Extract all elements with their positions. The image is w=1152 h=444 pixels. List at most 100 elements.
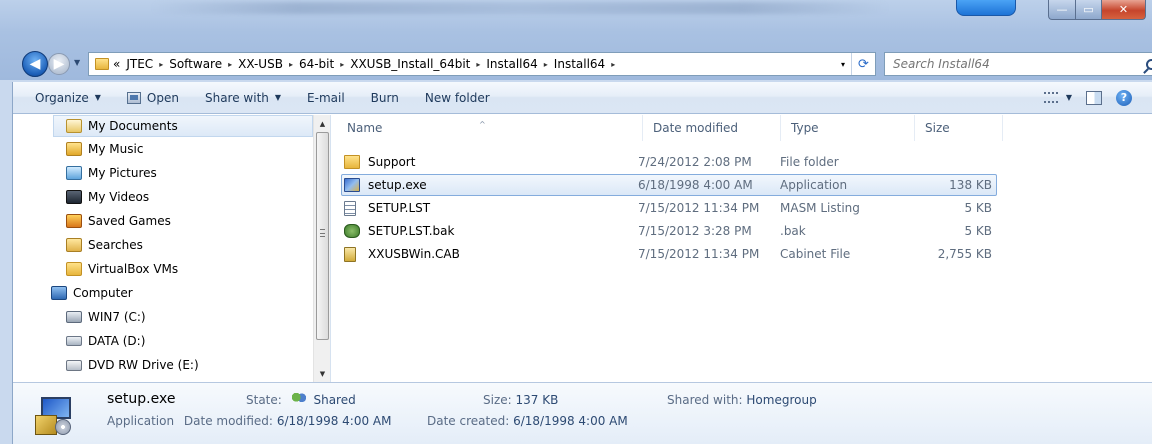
details-state-value: Shared (313, 393, 356, 407)
file-rows: Support 7/24/2012 2:08 PM File folder se… (341, 151, 997, 266)
chevron-down-icon: ▼ (274, 93, 282, 102)
column-header-name[interactable]: Name ^ (337, 115, 643, 141)
change-view-button[interactable]: ▼ (1043, 92, 1072, 103)
file-row-setup-lst[interactable]: SETUP.LST 7/15/2012 11:34 PM MASM Listin… (341, 197, 997, 219)
aero-peek-button[interactable] (956, 0, 1016, 16)
chevron-right-icon[interactable]: ▸ (544, 60, 548, 69)
details-date-created: Date created: 6/18/1998 4:00 AM (427, 414, 628, 428)
tree-item-label: My Music (88, 142, 144, 156)
file-row-setup-lst-bak[interactable]: SETUP.LST.bak 7/15/2012 3:28 PM .bak 5 K… (341, 220, 997, 242)
navigation-tree: My Documents My Music My Pictures My Vid… (13, 115, 313, 377)
file-row-support[interactable]: Support 7/24/2012 2:08 PM File folder (341, 151, 997, 173)
tree-item-my-documents[interactable]: My Documents (53, 115, 313, 137)
pictures-icon (66, 166, 82, 180)
refresh-icon[interactable]: ⟳ (851, 53, 875, 75)
column-header-type[interactable]: Type (781, 115, 915, 141)
breadcrumb-overflow[interactable]: « (113, 57, 120, 71)
scroll-up-button[interactable]: ▲ (314, 115, 331, 132)
scrollbar-thumb[interactable] (316, 132, 329, 340)
tree-item-virtualbox-vms[interactable]: VirtualBox VMs (13, 257, 313, 281)
breadcrumb-item-jtec[interactable]: JTEC (126, 57, 153, 71)
breadcrumb-item-64-bit[interactable]: 64-bit (299, 57, 334, 71)
close-button[interactable]: ✕ (1102, 0, 1146, 20)
tree-item-data-d[interactable]: DATA (D:) (13, 329, 313, 353)
column-header-size[interactable]: Size (915, 115, 1003, 141)
tree-item-searches[interactable]: Searches (13, 233, 313, 257)
tree-item-my-videos[interactable]: My Videos (13, 185, 313, 209)
tree-item-dvd-rw-drive-e[interactable]: DVD RW Drive (E:) (13, 353, 313, 377)
breadcrumb: « JTEC ▸ Software ▸ XX-USB ▸ 64-bit ▸ XX… (113, 57, 621, 71)
file-row-xxusbwin-cab[interactable]: XXUSBWin.CAB 7/15/2012 11:34 PM Cabinet … (341, 243, 997, 265)
search-box (884, 52, 1152, 76)
details-size: Size: 137 KB (483, 393, 558, 407)
scroll-down-button[interactable]: ▼ (314, 365, 331, 382)
tree-item-computer[interactable]: Computer (13, 281, 313, 305)
address-bar[interactable]: « JTEC ▸ Software ▸ XX-USB ▸ 64-bit ▸ XX… (88, 52, 876, 76)
email-button[interactable]: E-mail (307, 91, 345, 105)
chevron-right-icon[interactable]: ▸ (476, 60, 480, 69)
chevron-right-icon[interactable]: ▸ (159, 60, 163, 69)
chevron-down-icon: ▼ (94, 93, 101, 102)
tree-item-win7-c[interactable]: WIN7 (C:) (13, 305, 313, 329)
file-list: Name ^ Date modified Type Size Support 7… (331, 115, 1152, 382)
content-area: My Documents My Music My Pictures My Vid… (13, 115, 1152, 382)
tree-item-label: DVD RW Drive (E:) (88, 358, 199, 372)
installer-icon (35, 395, 77, 437)
tree-item-my-pictures[interactable]: My Pictures (13, 161, 313, 185)
folder-icon (66, 262, 82, 276)
folder-icon (95, 58, 109, 70)
breadcrumb-item-install64[interactable]: Install64 (486, 57, 537, 71)
preview-pane-icon[interactable] (1086, 90, 1102, 105)
breadcrumb-item-software[interactable]: Software (169, 57, 222, 71)
file-date: 7/15/2012 11:34 PM (638, 247, 760, 261)
breadcrumb-item-install64-current[interactable]: Install64 (554, 57, 605, 71)
breadcrumb-item-xx-usb[interactable]: XX-USB (238, 57, 283, 71)
search-icon[interactable] (1146, 58, 1152, 70)
installer-icon-box (35, 415, 57, 435)
saved-games-icon (66, 214, 82, 228)
tree-item-label: Computer (73, 286, 133, 300)
installer-icon (344, 178, 360, 192)
open-icon (126, 91, 141, 104)
column-headers: Name ^ Date modified Type Size (337, 115, 1003, 141)
details-file-name: setup.exe (107, 391, 176, 407)
details-shared-with: Shared with: Homegroup (667, 393, 817, 407)
file-type: Application (780, 178, 848, 192)
documents-icon (66, 119, 82, 133)
details-date-modified: 6/18/1998 4:00 AM (276, 414, 392, 428)
tree-item-my-music[interactable]: My Music (13, 137, 313, 161)
maximize-button[interactable]: ▭ (1076, 0, 1102, 20)
recent-pages-dropdown[interactable]: ▼ (74, 58, 80, 67)
search-input[interactable] (893, 57, 1133, 71)
views-icon (1043, 92, 1058, 103)
file-type: .bak (780, 224, 806, 238)
file-type: Cabinet File (780, 247, 851, 261)
burn-button[interactable]: Burn (371, 91, 399, 105)
file-name: setup.exe (368, 178, 427, 192)
details-shared-with-label: Shared with: (667, 393, 743, 407)
details-date-created-label: Date created: (427, 414, 510, 428)
minimize-button[interactable]: — (1048, 0, 1076, 20)
address-history-dropdown[interactable]: ▾ (835, 60, 851, 69)
back-button[interactable]: ◀ (22, 51, 48, 77)
explorer-window: Organize ▼ Open Share with ▼ E-mail Burn… (12, 82, 1152, 444)
navigation-pane-scrollbar[interactable]: ▲ ▼ (313, 115, 330, 382)
chevron-right-icon[interactable]: ▸ (289, 60, 293, 69)
tree-item-saved-games[interactable]: Saved Games (13, 209, 313, 233)
breadcrumb-item-xxusb-install-64bit[interactable]: XXUSB_Install_64bit (350, 57, 470, 71)
organize-button[interactable]: Organize ▼ (35, 91, 101, 105)
new-folder-button[interactable]: New folder (425, 91, 490, 105)
file-row-setup-exe[interactable]: setup.exe 6/18/1998 4:00 AM Application … (341, 174, 997, 196)
chevron-right-icon[interactable]: ▸ (228, 60, 232, 69)
details-date-modified-label: Date modified: (183, 414, 273, 428)
chevron-right-icon[interactable]: ▸ (340, 60, 344, 69)
help-icon[interactable]: ? (1116, 89, 1132, 106)
forward-button[interactable]: ▶ (48, 53, 70, 75)
file-name-cell: setup.exe (342, 178, 638, 192)
open-button[interactable]: Open (126, 91, 179, 105)
chevron-right-icon[interactable]: ▸ (611, 60, 615, 69)
share-with-button[interactable]: Share with ▼ (205, 91, 281, 105)
share-with-label: Share with (204, 90, 269, 105)
drive-d-icon (66, 336, 82, 346)
column-header-date-modified[interactable]: Date modified (643, 115, 781, 141)
